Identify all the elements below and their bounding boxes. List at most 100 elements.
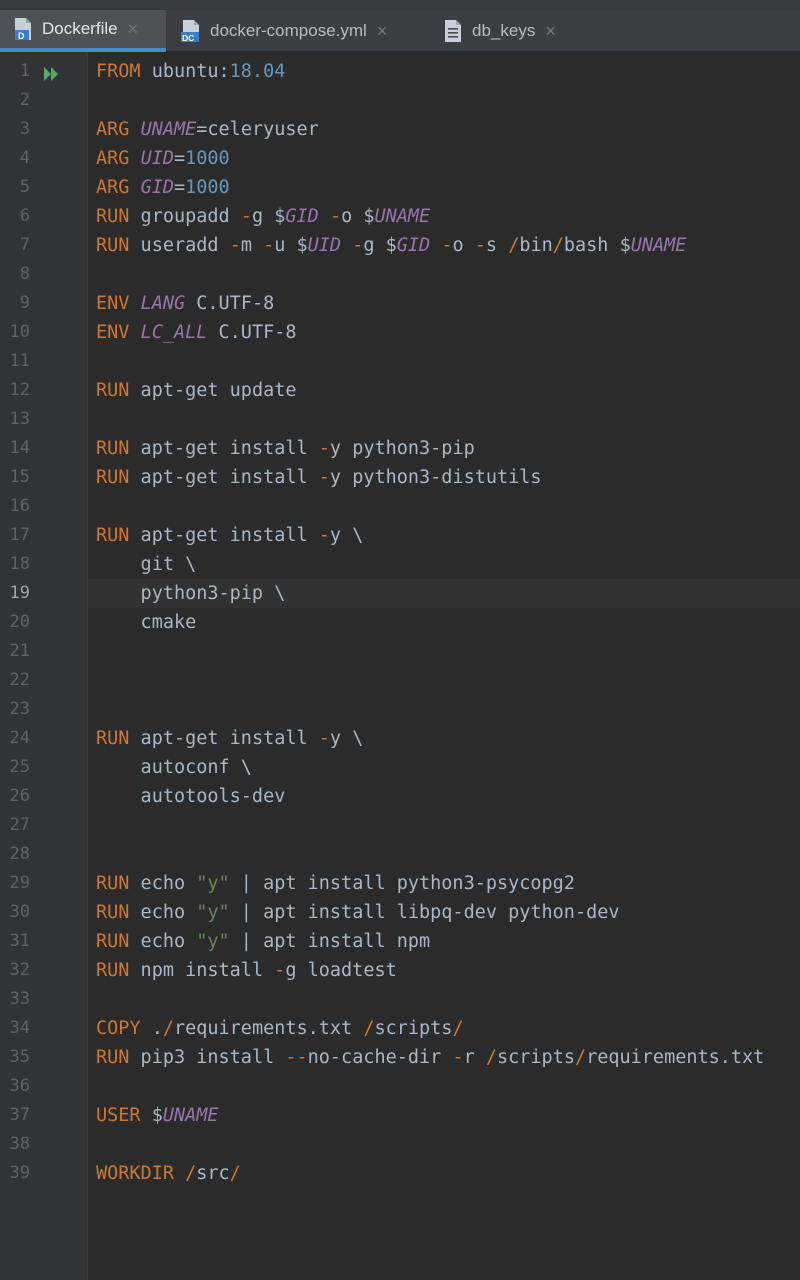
code-line-area[interactable]: USER $UNAME [88, 1101, 800, 1130]
code-line[interactable]: ARG UNAME=celeryuser 3 [0, 115, 800, 144]
code-line-area[interactable] [88, 405, 800, 434]
code-line-area[interactable] [88, 811, 800, 840]
code-line-area[interactable]: ENV LC_ALL C.UTF-8 [88, 318, 800, 347]
code-text: RUN useradd -m -u $UID -g $GID -o -s /bi… [96, 235, 687, 256]
code-line[interactable]: 2 [0, 86, 800, 115]
code-line[interactable]: 23 [0, 695, 800, 724]
line-number: 37 [9, 1105, 30, 1125]
code-line[interactable]: RUN echo "y" | apt install npm 31 [0, 927, 800, 956]
code-line-area[interactable]: RUN echo "y" | apt install npm [88, 927, 800, 956]
code-line-area[interactable]: RUN pip3 install --no-cache-dir -r /scri… [88, 1043, 800, 1072]
code-line-area[interactable]: autotools-dev [88, 782, 800, 811]
line-number: 14 [9, 438, 30, 458]
code-line[interactable]: 33 [0, 985, 800, 1014]
code-line[interactable]: USER $UNAME 37 [0, 1101, 800, 1130]
code-line-area[interactable] [88, 637, 800, 666]
code-line[interactable]: 27 [0, 811, 800, 840]
code-line[interactable]: 36 [0, 1072, 800, 1101]
code-line-area[interactable] [88, 666, 800, 695]
code-line-area[interactable] [88, 347, 800, 376]
code-line[interactable]: RUN echo "y" | apt install python3-psyco… [0, 869, 800, 898]
line-number: 8 [19, 264, 30, 284]
code-line[interactable]: python3-pip \ 19 [0, 579, 800, 608]
code-line[interactable]: 16 [0, 492, 800, 521]
code-line-area[interactable]: ARG UNAME=celeryuser [88, 115, 800, 144]
code-line-area[interactable]: git \ [88, 550, 800, 579]
code-line[interactable]: RUN apt-get update 12 [0, 376, 800, 405]
code-line-area[interactable]: COPY ./requirements.txt /scripts/ [88, 1014, 800, 1043]
code-line-area[interactable]: RUN apt-get install -y python3-distutils [88, 463, 800, 492]
code-line[interactable]: ENV LC_ALL C.UTF-8 10 [0, 318, 800, 347]
code-line-area[interactable]: RUN useradd -m -u $UID -g $GID -o -s /bi… [88, 231, 800, 260]
line-number: 22 [9, 670, 30, 690]
code-text: RUN echo "y" | apt install python3-psyco… [96, 873, 575, 894]
code-line-area[interactable]: ARG GID=1000 [88, 173, 800, 202]
line-number: 19 [9, 583, 30, 603]
code-line[interactable]: 13 [0, 405, 800, 434]
code-line[interactable]: RUN echo "y" | apt install libpq-dev pyt… [0, 898, 800, 927]
line-number: 27 [9, 815, 30, 835]
code-line[interactable]: FROM ubuntu:18.04 1 [0, 57, 800, 86]
code-line-area[interactable]: WORKDIR /src/ [88, 1159, 800, 1188]
code-line[interactable]: COPY ./requirements.txt /scripts/34 [0, 1014, 800, 1043]
code-line[interactable]: RUN apt-get install -y python3-distutils… [0, 463, 800, 492]
code-line-area[interactable]: RUN npm install -g loadtest [88, 956, 800, 985]
code-line-area[interactable] [88, 86, 800, 115]
code-text: ENV LANG C.UTF-8 [96, 293, 275, 314]
code-line[interactable]: 28 [0, 840, 800, 869]
code-line-area[interactable] [88, 985, 800, 1014]
code-line-area[interactable] [88, 1072, 800, 1101]
code-line[interactable]: 38 [0, 1130, 800, 1159]
code-line[interactable]: ARG UID=1000 4 [0, 144, 800, 173]
line-number: 3 [19, 119, 30, 139]
code-line-area[interactable]: python3-pip \ [88, 579, 800, 608]
tab-dockerfile[interactable]: D Dockerfile × [0, 10, 166, 52]
code-line[interactable]: RUN pip3 install --no-cache-dir -r /scri… [0, 1043, 800, 1072]
code-line-area[interactable]: FROM ubuntu:18.04 [88, 57, 800, 86]
code-line[interactable]: 22 [0, 666, 800, 695]
code-line[interactable]: autotools-dev 26 [0, 782, 800, 811]
code-line-area[interactable]: ENV LANG C.UTF-8 [88, 289, 800, 318]
code-line-area[interactable]: autoconf \ [88, 753, 800, 782]
code-line[interactable]: autoconf \ 25 [0, 753, 800, 782]
line-number: 30 [9, 902, 30, 922]
code-line[interactable]: ARG GID=1000 5 [0, 173, 800, 202]
tab-docker-compose[interactable]: DC docker-compose.yml × [166, 10, 428, 52]
line-number: 17 [9, 525, 30, 545]
code-line-area[interactable]: RUN apt-get install -y \ [88, 724, 800, 753]
code-line[interactable]: RUN useradd -m -u $UID -g $GID -o -s /bi… [0, 231, 800, 260]
code-line-area[interactable] [88, 260, 800, 289]
code-line-area[interactable]: RUN echo "y" | apt install libpq-dev pyt… [88, 898, 800, 927]
code-line[interactable]: RUN apt-get install -y \ 17 [0, 521, 800, 550]
code-line[interactable]: 21 [0, 637, 800, 666]
code-line-area[interactable] [88, 1130, 800, 1159]
code-line[interactable]: cmake 20 [0, 608, 800, 637]
close-icon[interactable]: × [545, 21, 556, 42]
line-number: 31 [9, 931, 30, 951]
code-line-area[interactable]: RUN echo "y" | apt install python3-psyco… [88, 869, 800, 898]
code-line[interactable]: RUN apt-get install -y python3-pip 14 [0, 434, 800, 463]
code-text: ARG UID=1000 [96, 148, 230, 169]
code-line[interactable]: 11 [0, 347, 800, 376]
code-line[interactable]: WORKDIR /src/39 [0, 1159, 800, 1188]
code-line[interactable]: RUN apt-get install -y \ 24 [0, 724, 800, 753]
code-line-area[interactable] [88, 492, 800, 521]
run-icon[interactable] [42, 63, 62, 81]
code-line-area[interactable]: RUN groupadd -g $GID -o $UNAME [88, 202, 800, 231]
code-line-area[interactable] [88, 840, 800, 869]
code-line[interactable]: 8 [0, 260, 800, 289]
code-line-area[interactable]: RUN apt-get update [88, 376, 800, 405]
tab-bar-top-strip [0, 0, 800, 10]
code-line-area[interactable] [88, 695, 800, 724]
tab-db-keys[interactable]: db_keys × [428, 10, 578, 52]
code-line-area[interactable]: ARG UID=1000 [88, 144, 800, 173]
code-line[interactable]: git \ 18 [0, 550, 800, 579]
close-icon[interactable]: × [377, 21, 388, 42]
close-icon[interactable]: × [128, 19, 139, 40]
code-line[interactable]: RUN npm install -g loadtest 32 [0, 956, 800, 985]
code-line[interactable]: RUN groupadd -g $GID -o $UNAME 6 [0, 202, 800, 231]
code-line-area[interactable]: RUN apt-get install -y \ [88, 521, 800, 550]
code-line[interactable]: ENV LANG C.UTF-8 9 [0, 289, 800, 318]
code-line-area[interactable]: cmake [88, 608, 800, 637]
code-line-area[interactable]: RUN apt-get install -y python3-pip [88, 434, 800, 463]
